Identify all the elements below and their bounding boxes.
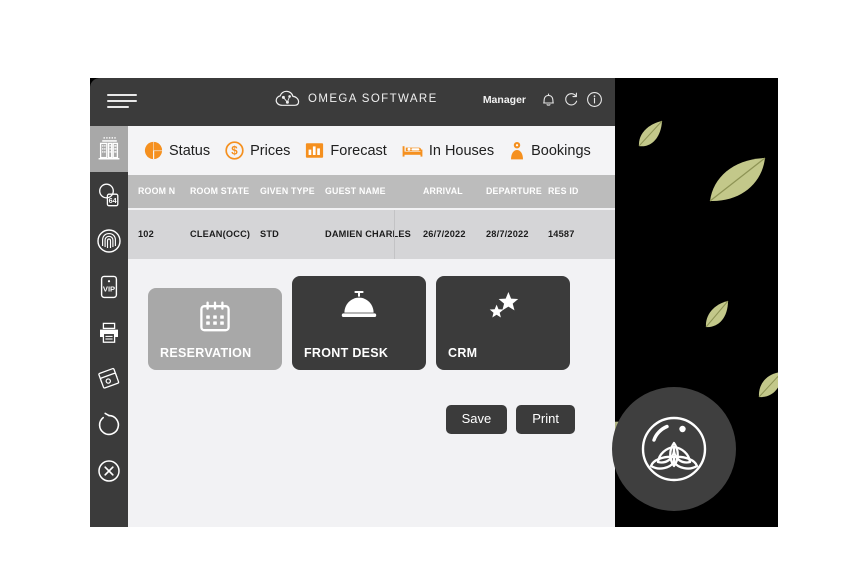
refresh-icon[interactable] bbox=[563, 91, 579, 108]
sidebar-item-cards[interactable] bbox=[90, 356, 128, 402]
sidebar-item-print[interactable] bbox=[90, 310, 128, 356]
user-role-label: Manager bbox=[482, 93, 526, 106]
close-x-circle-icon bbox=[98, 460, 120, 482]
cell-room-n: 102 bbox=[138, 229, 154, 239]
save-button[interactable]: Save bbox=[445, 405, 508, 434]
nav-item-forecast[interactable]: Forecast bbox=[305, 141, 387, 160]
lotus-flower-logo bbox=[641, 416, 707, 482]
cell-departure: 28/7/2022 bbox=[486, 229, 529, 239]
lotus-logo-badge bbox=[612, 387, 736, 511]
fingerprint-icon bbox=[97, 229, 121, 253]
bar-chart-icon bbox=[306, 143, 324, 158]
table-header-row: ROOM N ROOM STATE GIVEN TYPE GUEST NAME … bbox=[128, 175, 615, 208]
nav-item-bookings[interactable]: Bookings bbox=[509, 141, 591, 161]
service-bell-icon bbox=[341, 291, 377, 317]
column-header-given-type: GIVEN TYPE bbox=[260, 186, 315, 196]
content-panel: Status $ Prices Forecast In Houses Booki… bbox=[128, 126, 615, 527]
nav-label: Bookings bbox=[531, 142, 591, 159]
hotel-building-icon bbox=[98, 137, 120, 160]
top-bar-actions: Manager bbox=[483, 91, 603, 108]
leaf-decoration-icon bbox=[638, 120, 663, 147]
nav-item-in-houses[interactable]: In Houses bbox=[402, 142, 494, 159]
column-header-departure: DEPARTURE bbox=[486, 186, 542, 196]
leaf-decoration-icon bbox=[705, 300, 729, 328]
app-window: OMEGA SOFTWARE Manager 64 VIP Status $ P… bbox=[90, 78, 615, 527]
cell-res-id: 14587 bbox=[548, 229, 575, 239]
stars-icon bbox=[489, 292, 519, 318]
sidebar-item-room-key[interactable]: 64 bbox=[90, 172, 128, 218]
print-button[interactable]: Print bbox=[516, 405, 575, 434]
column-header-res-id: RES ID bbox=[548, 186, 579, 196]
nav-item-status[interactable]: Status bbox=[144, 141, 210, 160]
table-row[interactable]: 102 CLEAN(OCC) STD DAMIEN CHARLES 26/7/2… bbox=[128, 210, 615, 259]
card-reservation[interactable]: RESERVATION bbox=[148, 288, 282, 370]
dollar-circle-icon: $ bbox=[225, 141, 244, 160]
sidebar-item-vip[interactable]: VIP bbox=[90, 264, 128, 310]
svg-text:64: 64 bbox=[109, 196, 117, 205]
nav-label: Prices bbox=[250, 142, 291, 159]
printer-icon bbox=[100, 322, 118, 343]
column-header-arrival: ARRIVAL bbox=[423, 186, 463, 196]
brand: OMEGA SOFTWARE bbox=[275, 90, 438, 108]
sidebar-item-refresh[interactable] bbox=[90, 402, 128, 448]
notifications-bell-icon[interactable] bbox=[541, 91, 556, 108]
card-label: RESERVATION bbox=[160, 346, 252, 360]
column-header-guest-name: GUEST NAME bbox=[325, 186, 386, 196]
info-icon[interactable] bbox=[586, 91, 603, 108]
person-pin-icon bbox=[511, 141, 524, 159]
brand-name: OMEGA SOFTWARE bbox=[308, 93, 438, 105]
leaf-decoration-icon bbox=[709, 157, 766, 202]
sidebar-item-hotel[interactable] bbox=[90, 126, 128, 172]
cell-room-state: CLEAN(OCC) bbox=[190, 229, 251, 239]
card-front-desk[interactable]: FRONT DESK bbox=[292, 276, 426, 370]
cell-given-type: STD bbox=[260, 229, 279, 239]
nav-label: Forecast bbox=[330, 142, 387, 159]
sidebar: 64 VIP bbox=[90, 126, 128, 527]
column-header-room-state: ROOM STATE bbox=[190, 186, 250, 196]
top-bar: OMEGA SOFTWARE Manager bbox=[90, 78, 615, 126]
svg-text:$: $ bbox=[231, 146, 238, 158]
card-crm[interactable]: CRM bbox=[436, 276, 570, 370]
column-header-room-n: ROOM N bbox=[138, 186, 176, 196]
svg-text:VIP: VIP bbox=[103, 284, 115, 293]
module-nav: Status $ Prices Forecast In Houses Booki… bbox=[128, 126, 615, 175]
background-mask bbox=[778, 0, 852, 567]
cloud-network-icon bbox=[275, 90, 300, 106]
sidebar-item-close[interactable] bbox=[90, 448, 128, 494]
stacked-cards-icon bbox=[98, 367, 120, 389]
module-cards: RESERVATION FRONT DESK CRM bbox=[148, 276, 570, 370]
circular-refresh-icon bbox=[98, 412, 120, 436]
leaf-decoration-icon bbox=[758, 372, 778, 398]
cell-guest-name: DAMIEN CHARLES bbox=[325, 229, 411, 239]
action-buttons: Save Print bbox=[445, 405, 575, 434]
pie-chart-icon bbox=[144, 141, 163, 160]
screenshot-canvas: OMEGA SOFTWARE Manager 64 VIP Status $ P… bbox=[0, 0, 852, 567]
card-label: CRM bbox=[448, 346, 478, 360]
nav-item-prices[interactable]: $ Prices bbox=[225, 141, 290, 160]
column-divider bbox=[394, 210, 395, 259]
sidebar-item-fingerprint[interactable] bbox=[90, 218, 128, 264]
cell-arrival: 26/7/2022 bbox=[423, 229, 466, 239]
card-label: FRONT DESK bbox=[304, 346, 389, 360]
room-key-tag-icon: 64 bbox=[99, 183, 119, 207]
calendar-icon bbox=[200, 301, 230, 332]
nav-label: In Houses bbox=[428, 142, 495, 159]
vip-card-icon: VIP bbox=[100, 275, 118, 299]
hamburger-menu-icon[interactable] bbox=[107, 94, 137, 110]
nav-label: Status bbox=[169, 142, 211, 159]
bed-icon bbox=[402, 146, 423, 157]
